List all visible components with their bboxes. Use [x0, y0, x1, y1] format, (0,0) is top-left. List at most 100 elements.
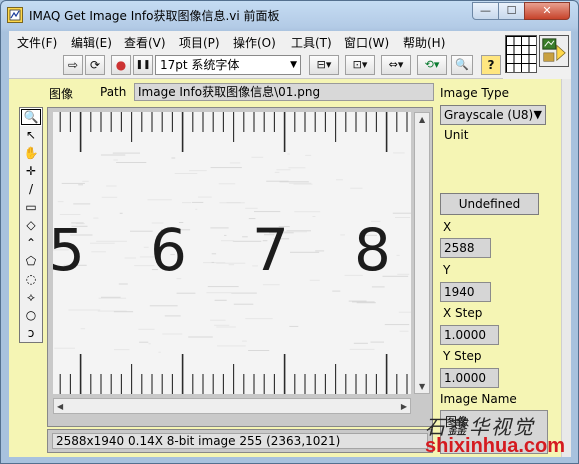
- point-tool-icon[interactable]: ✛: [20, 162, 42, 180]
- scroll-up-icon[interactable]: ▲: [419, 115, 425, 124]
- distribute-objects-icon[interactable]: ⊡▾: [345, 55, 375, 75]
- context-help-icon[interactable]: ?: [481, 55, 501, 75]
- texture-streak: [139, 341, 149, 343]
- freehand-region-tool-icon[interactable]: ⟡: [20, 288, 42, 306]
- texture-streak: [211, 253, 217, 255]
- oval-tool-icon[interactable]: ○: [20, 306, 42, 324]
- texture-streak: [188, 336, 213, 338]
- texture-streak: [305, 154, 312, 156]
- minimize-button[interactable]: —: [472, 2, 499, 20]
- texture-streak: [245, 207, 258, 209]
- window-client: 文件(F) 编辑(E) 查看(V) 项目(P) 操作(O) 工具(T) 窗口(W…: [9, 31, 571, 457]
- ruler-image[interactable]: 5678: [53, 112, 411, 394]
- reorder-icon[interactable]: ⟲▾: [417, 55, 447, 75]
- image-tools-palette: 🔍 ↖ ✋ ✛ / ▭ ◇ ⌃ ⬠ ◌ ⟡ ○ ↄ: [19, 107, 43, 343]
- texture-streak: [262, 284, 280, 286]
- title-bar[interactable]: IMAQ Get Image Info获取图像信息.vi 前面板 — ☐ ✕: [1, 1, 578, 29]
- horizontal-scrollbar[interactable]: ◀ ▶: [53, 398, 411, 414]
- texture-streak: [288, 167, 306, 169]
- scroll-down-icon[interactable]: ▼: [419, 382, 425, 391]
- texture-streak: [370, 341, 384, 343]
- pan-tool-icon[interactable]: ✋: [20, 144, 42, 162]
- selection-tool-icon[interactable]: ↖: [20, 126, 42, 144]
- zoom-tool-icon[interactable]: 🔍: [20, 108, 42, 126]
- texture-streak: [96, 240, 127, 242]
- text-settings-select[interactable]: 17pt 系统字体 ▼: [155, 55, 301, 75]
- texture-streak: [276, 169, 291, 171]
- connector-pane-icon[interactable]: [505, 35, 537, 73]
- rectangle-tool-icon[interactable]: ▭: [20, 198, 42, 216]
- menu-window[interactable]: 窗口(W): [344, 34, 389, 51]
- image-type-label: Image Type: [440, 86, 509, 100]
- line-tool-icon[interactable]: /: [20, 180, 42, 198]
- texture-streak: [279, 181, 309, 183]
- texture-streak: [245, 318, 273, 320]
- menu-project[interactable]: 项目(P): [179, 34, 220, 51]
- broken-line-tool-icon[interactable]: ⌃: [20, 234, 42, 252]
- ruler-image-canvas: 5678: [53, 112, 411, 394]
- font-label: 17pt 系统字体: [160, 58, 240, 72]
- texture-streak: [251, 156, 264, 158]
- image-name-label: Image Name: [440, 392, 517, 406]
- freehand-line-tool-icon[interactable]: ◌: [20, 270, 42, 288]
- maximize-button[interactable]: ☐: [498, 2, 525, 20]
- texture-streak: [113, 159, 118, 161]
- run-continuously-icon[interactable]: ⟳: [85, 55, 105, 75]
- abort-execution-icon[interactable]: ●: [111, 55, 131, 75]
- unit-enum[interactable]: Undefined: [440, 193, 539, 215]
- texture-streak: [287, 153, 290, 155]
- labview-window: IMAQ Get Image Info获取图像信息.vi 前面板 — ☐ ✕ 文…: [0, 0, 579, 464]
- texture-streak: [149, 305, 178, 307]
- scroll-left-icon[interactable]: ◀: [57, 402, 63, 411]
- texture-streak: [118, 283, 128, 285]
- menu-help[interactable]: 帮助(H): [403, 34, 445, 51]
- texture-streak: [59, 214, 81, 215]
- search-icon[interactable]: 🔍: [451, 55, 473, 75]
- menu-tools[interactable]: 工具(T): [291, 34, 332, 51]
- x-step-field[interactable]: 1.0000: [440, 325, 499, 345]
- polygon-tool-icon[interactable]: ⬠: [20, 252, 42, 270]
- align-objects-icon[interactable]: ⊟▾: [309, 55, 339, 75]
- texture-streak: [294, 211, 321, 213]
- menu-file[interactable]: 文件(F): [17, 34, 57, 51]
- annulus-tool-icon[interactable]: ↄ: [20, 324, 42, 342]
- texture-streak: [221, 240, 235, 242]
- texture-streak: [162, 333, 183, 335]
- texture-streak: [73, 203, 91, 205]
- close-button[interactable]: ✕: [524, 2, 570, 20]
- ruler-digit: 7: [252, 216, 289, 284]
- texture-streak: [218, 183, 236, 185]
- texture-streak: [242, 236, 248, 238]
- ruler-digit: 6: [150, 216, 187, 284]
- panel-vertical-scrollbar[interactable]: [561, 79, 571, 457]
- texture-streak: [229, 162, 241, 164]
- menu-edit[interactable]: 编辑(E): [71, 34, 112, 51]
- resize-objects-icon[interactable]: ⇔▾: [381, 55, 411, 75]
- texture-streak: [395, 217, 411, 218]
- texture-streak: [340, 234, 345, 236]
- texture-streak: [336, 179, 343, 181]
- pause-icon[interactable]: ❚❚: [133, 55, 153, 75]
- path-indicator[interactable]: Image Info获取图像信息\01.png: [134, 83, 434, 101]
- menu-view[interactable]: 查看(V): [124, 34, 166, 51]
- y-step-field[interactable]: 1.0000: [440, 368, 499, 388]
- window-title: IMAQ Get Image Info获取图像信息.vi 前面板: [29, 9, 280, 23]
- menu-operate[interactable]: 操作(O): [233, 34, 276, 51]
- image-status-text: 2588x1940 0.14X 8-bit image 255 (2363,10…: [52, 433, 428, 449]
- run-arrow-icon[interactable]: ⇨: [63, 55, 83, 75]
- scroll-right-icon[interactable]: ▶: [401, 402, 407, 411]
- texture-streak: [189, 170, 207, 172]
- texture-streak: [312, 216, 316, 217]
- image-display-label: 图像: [49, 87, 74, 101]
- vi-icon[interactable]: [539, 35, 569, 67]
- texture-streak: [217, 345, 246, 347]
- x-value-field[interactable]: 2588: [440, 238, 491, 258]
- vertical-scrollbar[interactable]: ▲ ▼: [414, 112, 430, 394]
- texture-streak: [353, 342, 368, 344]
- image-type-enum[interactable]: Grayscale (U8) ▼: [440, 105, 546, 125]
- y-value-field[interactable]: 1940: [440, 282, 491, 302]
- rotated-rectangle-tool-icon[interactable]: ◇: [20, 216, 42, 234]
- texture-streak: [61, 182, 85, 184]
- texture-streak: [54, 347, 75, 349]
- toolbar: ⇨ ⟳ ● ❚❚ 17pt 系统字体 ▼ ⊟▾ ⊡▾ ⇔▾ ⟲▾ 🔍 ?: [9, 52, 503, 79]
